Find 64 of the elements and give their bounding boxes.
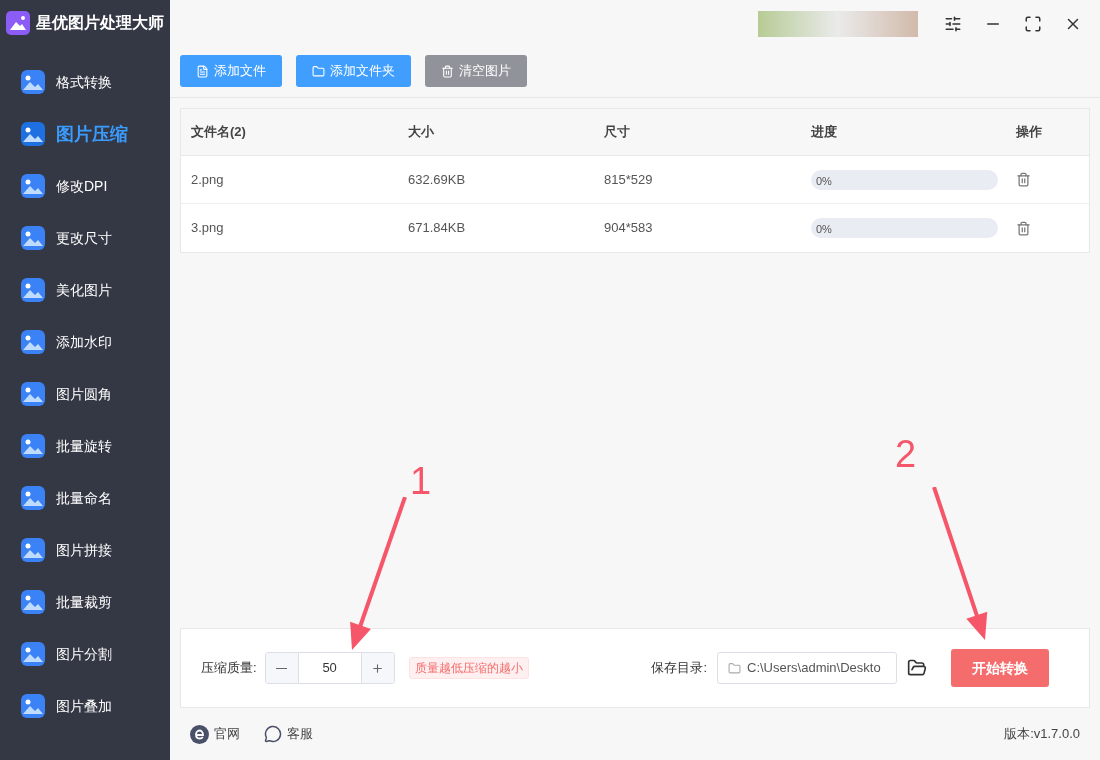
delete-icon[interactable]: [1016, 220, 1031, 236]
save-label: 保存目录:: [651, 659, 707, 678]
sidebar-item[interactable]: 图片拼接: [0, 524, 170, 576]
sidebar-item[interactable]: 添加水印: [0, 316, 170, 368]
sidebar-item[interactable]: 图片叠加: [0, 680, 170, 732]
sidebar-item[interactable]: 修改DPI: [0, 160, 170, 212]
sidebar-item[interactable]: 图片圆角: [0, 368, 170, 420]
minus-icon: [276, 667, 288, 669]
table-cell-text: 632.69KB: [408, 170, 466, 189]
picture-icon: [20, 277, 46, 303]
picture-icon: [20, 693, 46, 719]
save-path-field[interactable]: C:\Users\admin\Deskto: [717, 652, 897, 684]
sidebar-item[interactable]: 格式转换: [0, 56, 170, 108]
progress-reading: 0%: [816, 222, 832, 237]
picture-icon: [20, 173, 46, 199]
version-text: 版本:v1.7.0.0: [1004, 725, 1080, 744]
settings-icon[interactable]: [944, 15, 962, 33]
app-title: 星优图片处理大师: [36, 13, 164, 33]
folder-icon: [312, 64, 325, 78]
sidebar-item[interactable]: 更改尺寸: [0, 212, 170, 264]
trash-icon: [441, 64, 454, 78]
chat-icon: [264, 725, 282, 743]
table-cell-text: 815*529: [604, 170, 653, 189]
column-header: 大小: [408, 123, 434, 142]
plus-icon: [371, 661, 385, 675]
open-folder-icon[interactable]: [907, 658, 927, 678]
quality-label: 压缩质量:: [201, 659, 257, 678]
column-header: 文件名(2): [191, 123, 246, 142]
picture-icon: [20, 381, 46, 407]
picture-icon: [20, 641, 46, 667]
picture-icon: [20, 329, 46, 355]
step-number: 1: [410, 462, 432, 500]
app-logo-icon: [6, 11, 30, 35]
picture-icon: [20, 121, 46, 147]
picture-icon: [20, 485, 46, 511]
table-cell-text: 3.png: [191, 219, 224, 238]
folder-icon: [728, 661, 741, 675]
browser-icon: [190, 724, 209, 744]
document-icon: [196, 64, 209, 78]
picture-icon: [20, 589, 46, 615]
picture-icon: [20, 537, 46, 563]
delete-icon[interactable]: [1016, 172, 1031, 187]
sidebar-item[interactable]: 图片分割: [0, 628, 170, 680]
quality-value: 50: [321, 659, 338, 678]
column-header: 操作: [1016, 123, 1042, 142]
quality-hint: 质量越低压缩的越小: [408, 657, 529, 679]
footer-link[interactable]: 官网: [190, 724, 240, 744]
column-header: 尺寸: [604, 123, 630, 142]
picture-icon: [20, 433, 46, 459]
picture-icon: [20, 225, 46, 251]
sidebar-item[interactable]: 美化图片: [0, 264, 170, 316]
sidebar-item[interactable]: 批量旋转: [0, 420, 170, 472]
table-cell-text: 904*583: [604, 219, 653, 238]
picture-icon: [20, 69, 46, 95]
maximize-icon[interactable]: [1024, 15, 1042, 33]
step-number: 2: [895, 435, 917, 473]
table-cell-text: 671.84KB: [408, 219, 466, 238]
progress-reading: 0%: [816, 173, 832, 189]
sidebar-item[interactable]: 批量裁剪: [0, 576, 170, 628]
sidebar-item[interactable]: 批量命名: [0, 472, 170, 524]
table-cell-text: 2.png: [191, 170, 224, 189]
sidebar-item[interactable]: 图片压缩: [0, 108, 170, 160]
column-header: 进度: [811, 123, 837, 142]
footer-link[interactable]: 客服: [264, 724, 313, 744]
